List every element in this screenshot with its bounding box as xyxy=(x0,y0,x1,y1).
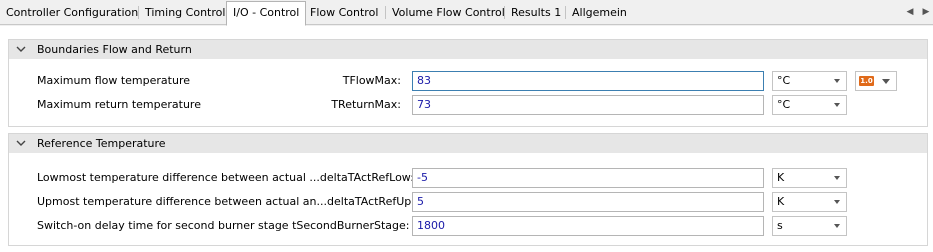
tab-controller-configuration[interactable]: Controller Configuration xyxy=(0,3,144,25)
dropdown-arrow-icon xyxy=(834,103,840,107)
version-dropdown-button[interactable]: 1.0 xyxy=(855,71,897,91)
unit-value: °C xyxy=(777,74,791,87)
label-upmost-temperature-difference: Upmost temperature difference between ac… xyxy=(37,195,415,208)
tflowmax-unit-select[interactable]: °C xyxy=(772,71,847,91)
var-treturnmax: TReturnMax: xyxy=(331,98,401,111)
treturnmax-unit-select[interactable]: °C xyxy=(772,95,847,115)
var-tflowmax: TFlowMax: xyxy=(342,74,401,87)
tab-strip: Controller Configuration Timing Control … xyxy=(0,0,933,26)
deltatactreflow-input[interactable]: -5 xyxy=(412,168,764,188)
unit-value: K xyxy=(777,195,785,208)
section-header[interactable]: Reference Temperature xyxy=(9,134,927,153)
tab-flow-control[interactable]: Flow Control xyxy=(304,3,384,25)
label-lowmost-temperature-difference: Lowmost temperature difference between a… xyxy=(37,171,414,184)
unit-value: s xyxy=(777,219,783,232)
dropdown-arrow-icon xyxy=(834,176,840,180)
section-title: Boundaries Flow and Return xyxy=(37,43,192,56)
scroll-left-icon[interactable]: ◀ xyxy=(904,6,916,18)
chevron-down-icon[interactable] xyxy=(15,43,27,55)
tsecondburnerstage-unit-select[interactable]: s xyxy=(772,216,847,236)
tab-content-panel: Boundaries Flow and Return Maximum flow … xyxy=(0,26,933,252)
dropdown-arrow-icon xyxy=(834,224,840,228)
label-switch-on-delay-time: Switch-on delay time for second burner s… xyxy=(37,219,410,232)
dropdown-arrow-icon xyxy=(834,79,840,83)
tab-results-1[interactable]: Results 1 xyxy=(505,3,567,25)
version-badge: 1.0 xyxy=(859,76,874,86)
deltatactreflow-unit-select[interactable]: K xyxy=(772,168,847,188)
treturnmax-input[interactable]: 73 xyxy=(412,95,764,115)
chevron-down-icon[interactable] xyxy=(15,137,27,149)
dropdown-arrow-icon xyxy=(834,200,840,204)
unit-value: °C xyxy=(777,98,791,111)
tab-allgemein[interactable]: Allgemein xyxy=(566,3,633,25)
tab-io-control[interactable]: I/O - Control xyxy=(226,1,307,26)
section-reference-temperature: Reference Temperature Lowmost temperatur… xyxy=(8,133,928,246)
tflowmax-input[interactable]: 83 xyxy=(412,71,764,91)
scroll-right-icon[interactable]: ▶ xyxy=(920,6,932,18)
tab-timing-control[interactable]: Timing Control xyxy=(139,3,231,25)
chevron-down-icon xyxy=(882,79,890,84)
section-boundaries-flow-return: Boundaries Flow and Return Maximum flow … xyxy=(8,39,928,127)
deltatactrefup-unit-select[interactable]: K xyxy=(772,192,847,212)
label-maximum-return-temperature: Maximum return temperature xyxy=(37,98,201,111)
tab-volume-flow-control[interactable]: Volume Flow Control xyxy=(386,3,511,25)
tsecondburnerstage-input[interactable]: 1800 xyxy=(412,216,764,236)
label-maximum-flow-temperature: Maximum flow temperature xyxy=(37,74,190,87)
section-header[interactable]: Boundaries Flow and Return xyxy=(9,40,927,59)
deltatactrefup-input[interactable]: 5 xyxy=(412,192,764,212)
unit-value: K xyxy=(777,171,785,184)
section-title: Reference Temperature xyxy=(37,137,166,150)
